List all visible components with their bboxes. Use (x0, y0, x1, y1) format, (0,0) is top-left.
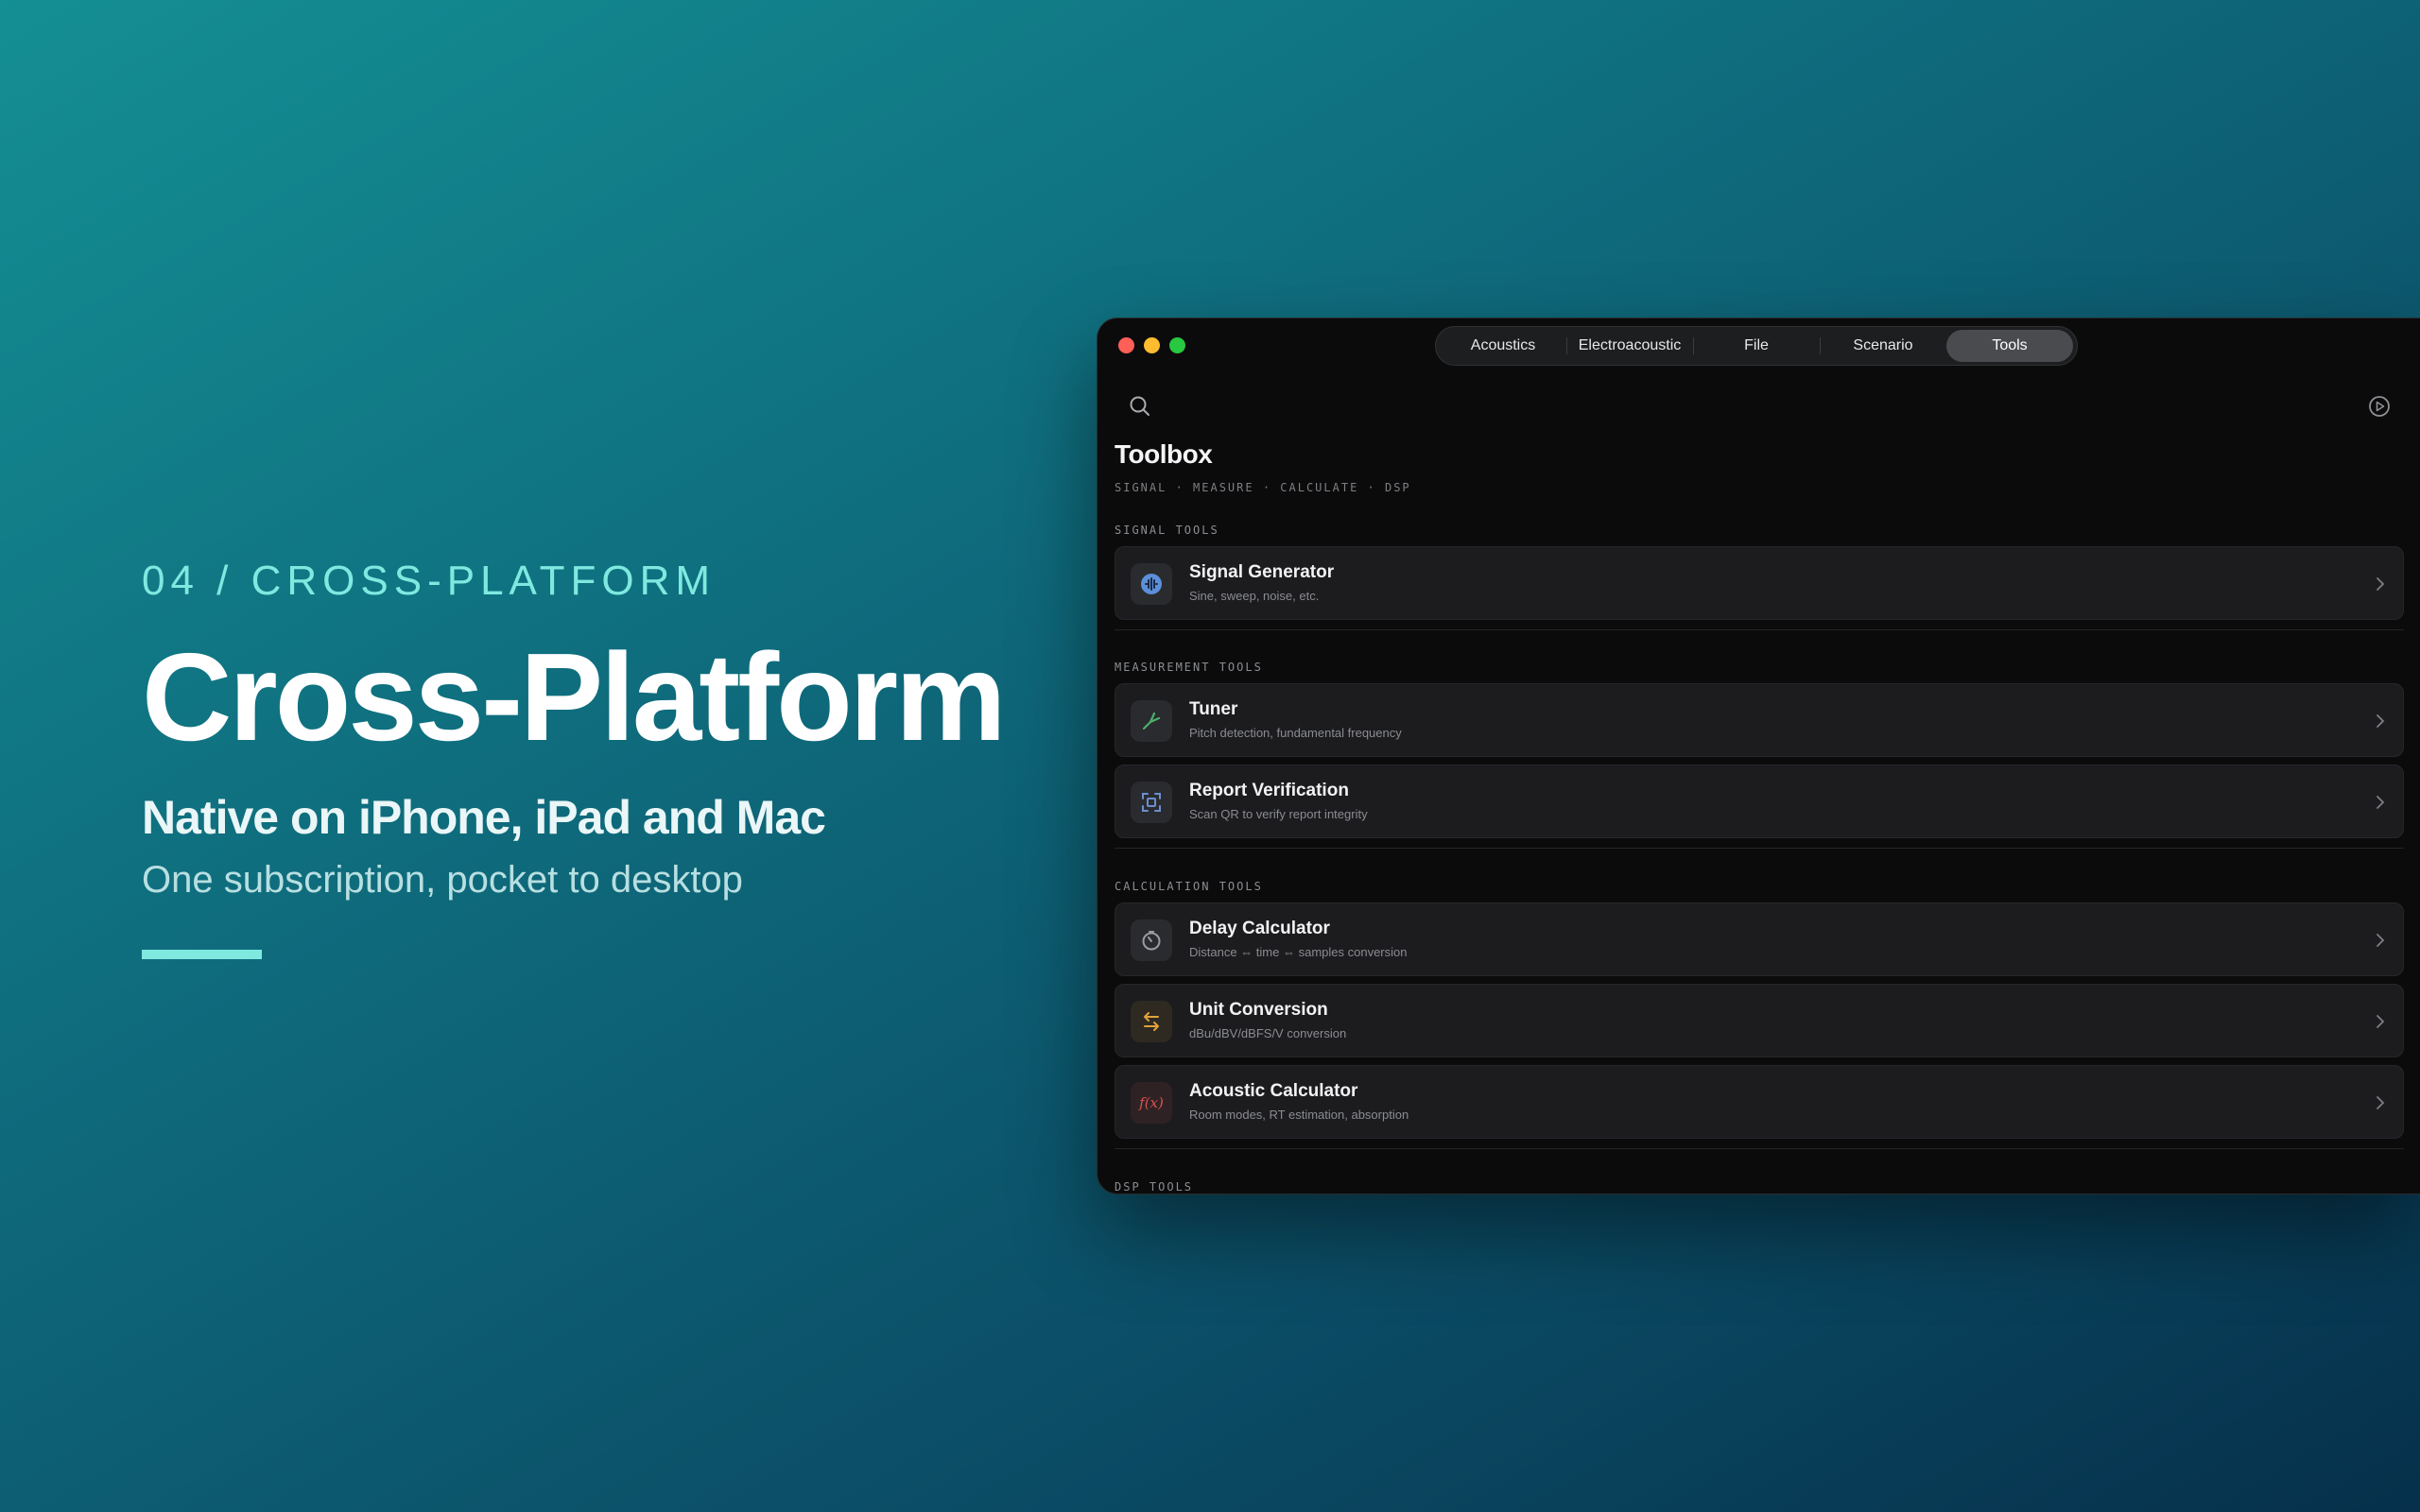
app-window: Acoustics Electroacoustic File Scenario … (1097, 318, 2420, 1194)
tab-tools[interactable]: Tools (1946, 330, 2073, 362)
close-window-button[interactable] (1118, 337, 1134, 353)
page-title: Toolbox (1115, 439, 1213, 469)
row-title: Report Verification (1189, 781, 1349, 800)
hero-tagline: One subscription, pocket to desktop (142, 859, 743, 901)
search-icon[interactable] (1128, 394, 1152, 419)
section-divider (1115, 1148, 2404, 1149)
tab-acoustics[interactable]: Acoustics (1440, 330, 1566, 362)
section-label-measurement: MEASUREMENT TOOLS (1115, 661, 1263, 674)
section-divider (1115, 629, 2404, 630)
chevron-right-icon (2377, 714, 2385, 728)
row-title: Unit Conversion (1189, 1000, 1328, 1020)
list-item-unit-conversion[interactable]: Unit Conversion dBu/dBV/dBFS/V conversio… (1115, 984, 2404, 1057)
section-label-signal: SIGNAL TOOLS (1115, 524, 1219, 537)
play-circle-icon[interactable] (2367, 394, 2392, 419)
chevron-right-icon (2377, 1096, 2385, 1109)
function-icon: f(x) (1131, 1082, 1172, 1124)
row-description: Distance ⇔ time ⇔ samples conversion (1189, 945, 1408, 959)
tab-bar: Acoustics Electroacoustic File Scenario … (1435, 326, 2078, 366)
section-label-dsp: DSP TOOLS (1115, 1180, 1194, 1194)
timer-icon (1131, 919, 1172, 961)
tab-file[interactable]: File (1693, 330, 1820, 362)
chevron-right-icon (2377, 934, 2385, 947)
section-divider (1115, 848, 2404, 849)
zoom-window-button[interactable] (1169, 337, 1185, 353)
row-description: Pitch detection, fundamental frequency (1189, 726, 1402, 740)
row-description: Room modes, RT estimation, absorption (1189, 1108, 1409, 1122)
hero-subhead: Native on iPhone, iPad and Mac (142, 791, 826, 844)
list-item-delay-calculator[interactable]: Delay Calculator Distance ⇔ time ⇔ sampl… (1115, 902, 2404, 976)
accent-bar (142, 950, 262, 959)
row-title: Signal Generator (1189, 562, 1335, 582)
chevron-right-icon (2377, 796, 2385, 809)
list-item-signal-generator[interactable]: Signal Generator Sine, sweep, noise, etc… (1115, 546, 2404, 620)
list-item-report-verification[interactable]: Report Verification Scan QR to verify re… (1115, 765, 2404, 838)
chevron-right-icon (2377, 1015, 2385, 1028)
list-item-acoustic-calculator[interactable]: f(x) Acoustic Calculator Room modes, RT … (1115, 1065, 2404, 1139)
swap-arrows-icon (1131, 1001, 1172, 1042)
row-title: Tuner (1189, 699, 1238, 719)
tab-scenario[interactable]: Scenario (1820, 330, 1946, 362)
row-description: dBu/dBV/dBFS/V conversion (1189, 1026, 1347, 1040)
hero-headline: Cross-Platform (142, 627, 1007, 766)
chevron-right-icon (2377, 577, 2385, 591)
hero-eyebrow: 04 / CROSS-PLATFORM (142, 558, 717, 604)
tab-electroacoustic[interactable]: Electroacoustic (1566, 330, 1693, 362)
hero-section: 04 / CROSS-PLATFORM Cross-Platform Nativ… (142, 553, 1087, 959)
title-bar: Acoustics Electroacoustic File Scenario … (1098, 318, 2420, 373)
minimize-window-button[interactable] (1144, 337, 1160, 353)
tuning-fork-icon (1131, 700, 1172, 742)
row-description: Scan QR to verify report integrity (1189, 807, 1368, 821)
page-subtitle: SIGNAL · MEASURE · CALCULATE · DSP (1115, 481, 1411, 494)
section-label-calculation: CALCULATION TOOLS (1115, 880, 1263, 893)
list-item-tuner[interactable]: Tuner Pitch detection, fundamental frequ… (1115, 683, 2404, 757)
row-title: Delay Calculator (1189, 919, 1330, 938)
row-description: Sine, sweep, noise, etc. (1189, 589, 1320, 603)
row-title: Acoustic Calculator (1189, 1081, 1358, 1101)
waveform-icon (1131, 563, 1172, 605)
svg-text:f(x): f(x) (1138, 1094, 1164, 1111)
qr-scan-icon (1131, 782, 1172, 823)
